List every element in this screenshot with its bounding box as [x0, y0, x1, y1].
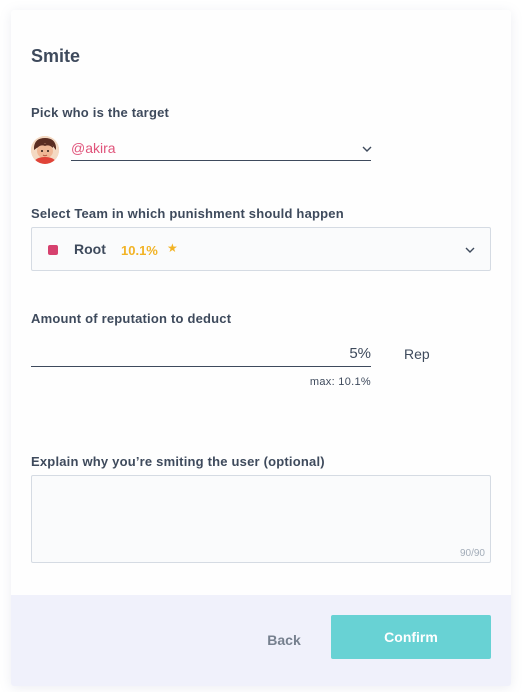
team-name: Root — [74, 241, 106, 257]
amount-label: Amount of reputation to deduct — [31, 311, 232, 326]
star-icon: ★ — [167, 241, 178, 255]
team-label: Select Team in which punishment should h… — [31, 206, 344, 221]
user-avatar — [31, 136, 59, 164]
explanation-textarea[interactable] — [32, 476, 490, 562]
team-reputation: 10.1% — [121, 243, 158, 258]
back-button[interactable]: Back — [249, 625, 319, 655]
amount-input[interactable] — [31, 340, 371, 366]
chevron-down-icon — [465, 247, 475, 253]
explanation-field[interactable]: 90/90 — [31, 475, 491, 563]
dialog-title: Smite — [31, 46, 81, 66]
amount-max-hint: max: 10.1% — [309, 376, 371, 388]
amount-unit: Rep — [404, 346, 430, 362]
chevron-down-icon — [362, 146, 372, 152]
avatar-illustration — [31, 136, 59, 164]
target-user-select[interactable]: @akira — [71, 137, 372, 161]
smite-dialog: Smite Pick who is the target @akira Sele… — [11, 10, 511, 686]
target-label: Pick who is the target — [31, 105, 170, 120]
amount-input-field[interactable] — [31, 340, 371, 367]
team-color-indicator — [48, 245, 58, 255]
team-select[interactable]: Root 10.1% ★ — [31, 227, 491, 271]
char-counter: 90/90 — [459, 548, 485, 559]
selected-user-handle: @akira — [71, 140, 116, 156]
explanation-label: Explain why you’re smiting the user (opt… — [31, 454, 325, 469]
dialog-footer: Back Confirm — [11, 595, 511, 686]
confirm-button[interactable]: Confirm — [331, 615, 491, 659]
